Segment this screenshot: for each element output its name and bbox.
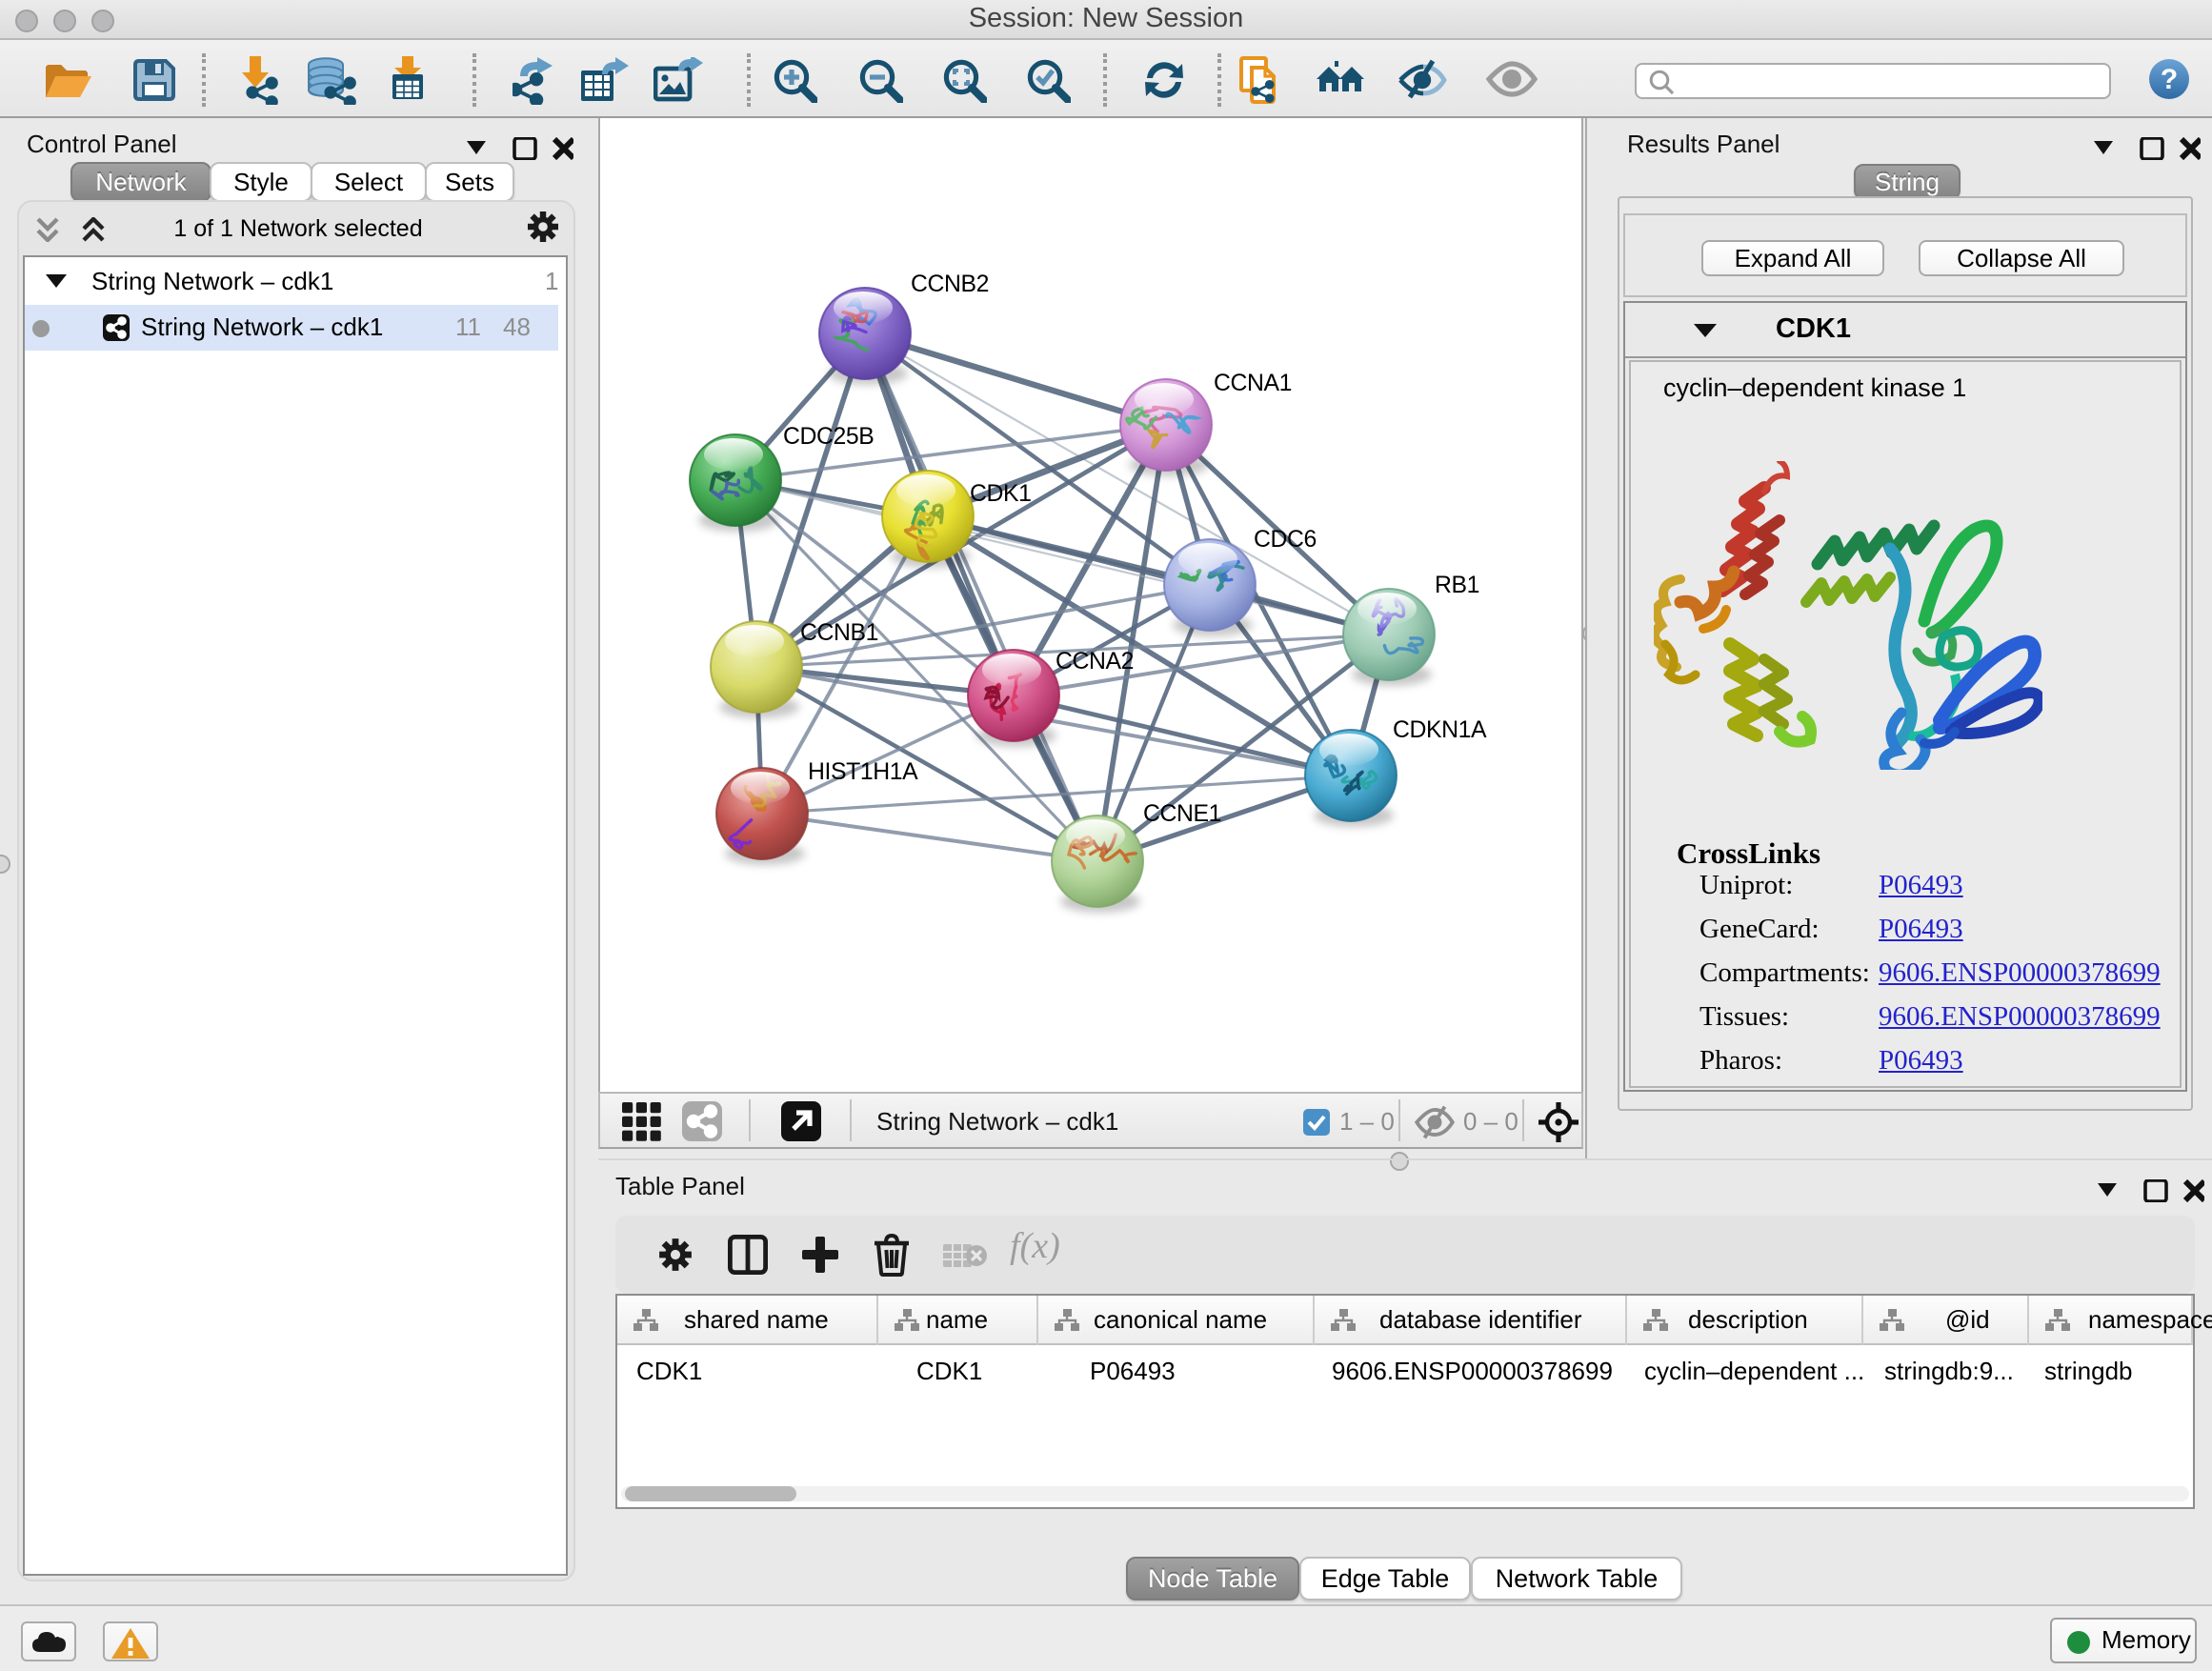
svg-text:CCNE1: CCNE1 — [1143, 801, 1221, 827]
svg-text:CCNA1: CCNA1 — [1214, 371, 1292, 396]
svg-text:CDC25B: CDC25B — [783, 424, 874, 450]
svg-text:CDC6: CDC6 — [1254, 527, 1317, 553]
svg-text:CCNA2: CCNA2 — [1056, 649, 1134, 674]
svg-text:CCNB2: CCNB2 — [911, 272, 989, 297]
svg-text:RB1: RB1 — [1435, 573, 1479, 598]
svg-text:HIST1H1A: HIST1H1A — [808, 759, 918, 785]
svg-text:CCNB1: CCNB1 — [800, 620, 878, 646]
svg-text:CDKN1A: CDKN1A — [1393, 717, 1487, 743]
svg-text:CDK1: CDK1 — [970, 481, 1032, 507]
svg-text:?: ? — [2161, 64, 2178, 95]
